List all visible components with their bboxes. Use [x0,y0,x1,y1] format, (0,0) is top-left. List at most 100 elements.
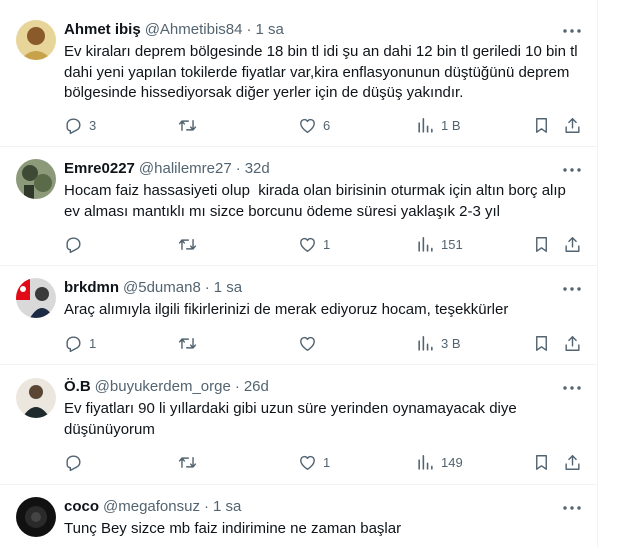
reply-button[interactable] [64,452,89,472]
reply-count: 3 [89,117,97,133]
views-count: 149 [441,454,463,470]
like-button[interactable]: 1 [298,234,330,254]
views-button[interactable]: 151 [416,234,463,254]
reply-feed: Ahmet ibiş @Ahmetibis84 · 1 sa Ev kirala… [0,0,598,547]
display-name[interactable]: brkdmn [64,278,119,298]
timestamp[interactable]: 1 sa [214,278,242,298]
bookmark-icon [536,454,547,470]
like-icon [300,336,315,351]
views-icon [418,454,433,470]
tweet[interactable]: coco @megafonsuz · 1 sa Tunç Bey sizce m… [0,485,597,547]
user-handle[interactable]: @halilemre27 [139,159,232,179]
views-count: 3 B [441,335,461,351]
views-count: 151 [441,236,463,252]
separator-dot: · [234,378,240,395]
bookmark-button[interactable] [532,452,551,472]
tweet-actions: 3 6 1 B [64,115,582,135]
reply-button[interactable]: 1 [64,333,96,353]
user-handle[interactable]: @buyukerdem_orge [95,377,231,397]
tweet-header: Ö.B @buyukerdem_orge · 26d [64,377,582,397]
more-icon[interactable] [562,280,582,298]
retweet-icon [178,456,197,468]
like-count: 1 [323,454,331,470]
bookmark-icon [536,117,547,133]
retweet-icon [178,238,197,250]
avatar[interactable] [16,378,56,418]
display-name[interactable]: Ahmet ibiş [64,20,141,40]
like-button[interactable]: 1 [298,452,330,472]
like-button[interactable]: 6 [298,115,330,135]
display-name[interactable]: Ö.B [64,377,91,397]
tweet-content: brkdmn @5duman8 · 1 sa Araç alımıyla ilg… [64,278,582,321]
like-icon [300,455,315,470]
tweet-content: Emre0227 @halilemre27 · 32d Hocam faiz h… [64,159,582,222]
timestamp[interactable]: 32d [245,159,270,179]
tweet[interactable]: Ö.B @buyukerdem_orge · 26d Ev fiyatları … [0,365,597,485]
user-handle[interactable]: @Ahmetibis84 [145,20,243,40]
tweet[interactable]: Ahmet ibiş @Ahmetibis84 · 1 sa Ev kirala… [0,0,597,147]
tweet-text: Ev fiyatları 90 li yıllardaki gibi uzun … [64,400,521,438]
share-button[interactable] [563,333,582,353]
user-handle[interactable]: @5duman8 [123,278,201,298]
tweet-text: Tunç Bey sizce mb faiz indirimine ne zam… [64,520,402,537]
share-button[interactable] [563,234,582,254]
share-icon [565,335,580,351]
more-icon[interactable] [562,379,582,397]
more-icon[interactable] [562,22,582,40]
views-icon [418,335,433,351]
bookmark-icon [536,335,547,351]
retweet-button[interactable] [178,333,203,353]
reply-button[interactable]: 3 [64,115,96,135]
views-button[interactable]: 3 B [416,333,461,353]
like-count: 1 [323,236,331,252]
retweet-button[interactable] [178,452,203,472]
views-button[interactable]: 149 [416,452,463,472]
tweet-header: Emre0227 @halilemre27 · 32d [64,159,582,179]
retweet-icon [178,119,197,131]
separator-dot: · [204,279,210,296]
more-icon[interactable] [562,161,582,179]
tweet-header: brkdmn @5duman8 · 1 sa [64,278,582,298]
views-icon [418,236,433,252]
separator-dot: · [203,498,209,515]
avatar[interactable] [16,159,56,199]
tweet[interactable]: brkdmn @5duman8 · 1 sa Araç alımıyla ilg… [0,266,597,365]
like-button[interactable] [298,333,323,353]
tweet-text: Araç alımıyla ilgili fikirlerinizi de me… [64,301,509,318]
like-icon [300,118,315,133]
tweet-header: coco @megafonsuz · 1 sa [64,497,582,517]
tweet-content: Ö.B @buyukerdem_orge · 26d Ev fiyatları … [64,377,582,440]
tweet-actions: 1 149 [64,452,582,472]
display-name[interactable]: Emre0227 [64,159,135,179]
tweet-actions: 1 151 [64,234,582,254]
reply-icon [66,335,81,352]
bookmark-button[interactable] [532,115,551,135]
retweet-button[interactable] [178,115,203,135]
reply-icon [66,236,81,253]
tweet-content: coco @megafonsuz · 1 sa Tunç Bey sizce m… [64,497,582,540]
tweet-content: Ahmet ibiş @Ahmetibis84 · 1 sa Ev kirala… [64,20,582,104]
like-count: 6 [323,117,331,133]
share-icon [565,454,580,470]
tweet-header: Ahmet ibiş @Ahmetibis84 · 1 sa [64,20,582,40]
reply-button[interactable] [64,234,89,254]
retweet-button[interactable] [178,234,203,254]
avatar[interactable] [16,497,56,537]
timestamp[interactable]: 26d [244,377,269,397]
timestamp[interactable]: 1 sa [255,20,283,40]
tweet-text: Hocam faiz hassasiyeti olup kirada olan … [64,182,571,220]
more-icon[interactable] [562,499,582,517]
tweet[interactable]: Emre0227 @halilemre27 · 32d Hocam faiz h… [0,147,597,266]
timestamp[interactable]: 1 sa [213,497,241,517]
views-count: 1 B [441,117,461,133]
share-button[interactable] [563,115,582,135]
user-handle[interactable]: @megafonsuz [103,497,200,517]
views-button[interactable]: 1 B [416,115,461,135]
avatar[interactable] [16,20,56,60]
avatar[interactable] [16,278,56,318]
bookmark-button[interactable] [532,333,551,353]
share-button[interactable] [563,452,582,472]
separator-dot: · [235,160,241,177]
display-name[interactable]: coco [64,497,99,517]
bookmark-button[interactable] [532,234,551,254]
